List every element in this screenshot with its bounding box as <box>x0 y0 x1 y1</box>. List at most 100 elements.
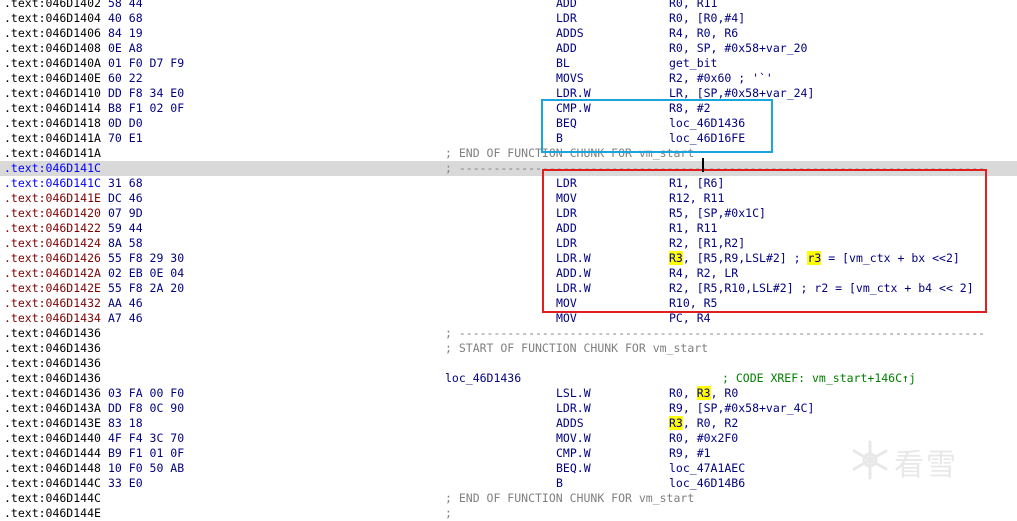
instruction-mnemonic[interactable]: ADDS <box>556 26 584 41</box>
line-address[interactable]: .text:046D1404 <box>4 11 101 26</box>
instruction-mnemonic[interactable]: MOV <box>556 296 577 311</box>
line-address[interactable]: .text:046D143E <box>4 416 101 431</box>
instruction-operands[interactable]: R2, #0x60 ; '`' <box>669 71 773 86</box>
instruction-mnemonic[interactable]: LDR <box>556 176 577 191</box>
line-address[interactable]: .text:046D142E <box>4 281 101 296</box>
listing-line[interactable]: .text:046D141C ; ------------------------… <box>0 161 1017 176</box>
line-address[interactable]: .text:046D141C <box>4 161 101 176</box>
instruction-mnemonic[interactable]: MOV <box>556 191 577 206</box>
line-address[interactable]: .text:046D1414 <box>4 101 101 116</box>
instruction-mnemonic[interactable]: LDR <box>556 206 577 221</box>
line-address[interactable]: .text:046D140E <box>4 71 101 86</box>
instruction-operands[interactable]: R2, [R5,R10,LSL#2] ; r2 = [vm_ctx + b4 <… <box>669 281 974 296</box>
listing-line[interactable]: .text:046D1436 ; START OF FUNCTION CHUNK … <box>0 341 1017 356</box>
listing-line[interactable]: .text:046D1420 07 9D LDR R5, [SP,#0x1C] <box>0 206 1017 221</box>
instruction-operands[interactable]: R10, R5 <box>669 296 717 311</box>
listing-line[interactable]: .text:046D143A DD F8 0C 90 LDR.W R9, [SP,#0… <box>0 401 1017 416</box>
instruction-mnemonic[interactable]: ADDS <box>556 416 584 431</box>
code-label[interactable]: loc_46D1436 <box>445 371 521 386</box>
instruction-mnemonic[interactable]: MOV.W <box>556 431 591 446</box>
listing-line[interactable]: .text:046D144C ; END OF FUNCTION CHUNK FO… <box>0 491 1017 506</box>
instruction-operands[interactable]: loc_46D1436 <box>669 116 745 131</box>
instruction-mnemonic[interactable]: ADD <box>556 221 577 236</box>
instruction-mnemonic[interactable]: LDR.W <box>556 401 591 416</box>
line-address[interactable]: .text:046D141E <box>4 191 101 206</box>
instruction-mnemonic[interactable]: BEQ <box>556 116 577 131</box>
listing-line[interactable]: .text:046D1410 DD F8 34 E0 LDR.W LR, [SP,#0… <box>0 86 1017 101</box>
instruction-mnemonic[interactable]: BEQ.W <box>556 461 591 476</box>
line-address[interactable]: .text:046D1406 <box>4 26 101 41</box>
listing-line[interactable]: .text:046D142E 55 F8 2A 20 LDR.W R2, [R5,R1… <box>0 281 1017 296</box>
listing-line[interactable]: .text:046D141A ; END OF FUNCTION CHUNK FO… <box>0 146 1017 161</box>
listing-line[interactable]: .text:046D1432 AA 46 MOV R10, R5 <box>0 296 1017 311</box>
listing-line[interactable]: .text:046D1414 B8 F1 02 0F CMP.W R8, #2 <box>0 101 1017 116</box>
highlighted-register[interactable]: R3 <box>669 416 683 430</box>
instruction-mnemonic[interactable]: ADD.W <box>556 266 591 281</box>
instruction-operands[interactable]: R8, #2 <box>669 101 711 116</box>
instruction-operands[interactable]: R2, [R1,R2] <box>669 236 745 251</box>
line-address[interactable]: .text:046D143A <box>4 401 101 416</box>
instruction-mnemonic[interactable]: CMP.W <box>556 101 591 116</box>
listing-line[interactable]: .text:046D1422 59 44 ADD R1, R11 <box>0 221 1017 236</box>
instruction-operands[interactable]: R4, R2, LR <box>669 266 738 281</box>
listing-line[interactable]: .text:046D143E 83 18 ADDS R3, R0, R2 <box>0 416 1017 431</box>
line-address[interactable]: .text:046D1432 <box>4 296 101 311</box>
highlighted-register[interactable]: R3 <box>696 386 711 400</box>
instruction-operands[interactable]: loc_46D16FE <box>669 131 745 146</box>
instruction-mnemonic[interactable]: CMP.W <box>556 446 591 461</box>
line-address[interactable]: .text:046D1420 <box>4 206 101 221</box>
line-address[interactable]: .text:046D1410 <box>4 86 101 101</box>
instruction-operands[interactable]: get_bit <box>669 56 717 71</box>
instruction-operands[interactable]: R9, #1 <box>669 446 711 461</box>
line-address[interactable]: .text:046D142A <box>4 266 101 281</box>
line-address[interactable]: .text:046D144C <box>4 491 101 506</box>
instruction-mnemonic[interactable]: B <box>556 131 563 146</box>
instruction-mnemonic[interactable]: ADD <box>556 41 577 56</box>
instruction-mnemonic[interactable]: LDR <box>556 236 577 251</box>
xref-comment[interactable]: ; CODE XREF: vm_start+146C↑j <box>722 371 916 386</box>
listing-line[interactable]: .text:046D1406 84 19 ADDS R4, R0, R6 <box>0 26 1017 41</box>
line-address[interactable]: .text:046D141C <box>4 176 101 191</box>
line-address[interactable]: .text:046D1444 <box>4 446 101 461</box>
listing-line[interactable]: .text:046D1418 0D D0 BEQ loc_46D1436 <box>0 116 1017 131</box>
instruction-mnemonic[interactable]: LDR <box>556 11 577 26</box>
line-address[interactable]: .text:046D1436 <box>4 326 101 341</box>
listing-line[interactable]: .text:046D140A 01 F0 D7 F9 BL get_bit <box>0 56 1017 71</box>
line-address[interactable]: .text:046D144C <box>4 476 101 491</box>
listing-line[interactable]: .text:046D1426 55 F8 29 30 LDR.W R3, [R5,R9… <box>0 251 1017 266</box>
instruction-operands[interactable]: R9, [SP,#0x58+var_4C] <box>669 401 814 416</box>
instruction-mnemonic[interactable]: LDR.W <box>556 86 591 101</box>
line-address[interactable]: .text:046D1402 <box>4 0 101 11</box>
line-address[interactable]: .text:046D1434 <box>4 311 101 326</box>
listing-line[interactable]: .text:046D140E 60 22 MOVS R2, #0x60 ; '`' <box>0 71 1017 86</box>
instruction-mnemonic[interactable]: ADD <box>556 0 577 11</box>
instruction-operands[interactable]: R0, R11 <box>669 0 717 11</box>
listing-line[interactable]: .text:046D142A 02 EB 0E 04 ADD.W R4, R2, LR <box>0 266 1017 281</box>
listing-line[interactable]: .text:046D1404 40 68 LDR R0, [R0,#4] <box>0 11 1017 26</box>
instruction-operands[interactable]: R1, R11 <box>669 221 717 236</box>
listing-line[interactable]: .text:046D1424 8A 58 LDR R2, [R1,R2] <box>0 236 1017 251</box>
listing-line[interactable]: .text:046D1436 03 FA 00 F0 LSL.W R0, R3, R0 <box>0 386 1017 401</box>
line-address[interactable]: .text:046D1436 <box>4 386 101 401</box>
instruction-mnemonic[interactable]: LDR.W <box>556 281 591 296</box>
instruction-operands[interactable]: PC, R4 <box>669 311 711 326</box>
instruction-operands[interactable]: R0, SP, #0x58+var_20 <box>669 41 807 56</box>
instruction-operands[interactable]: R0, #0x2F0 <box>669 431 738 446</box>
instruction-operands[interactable]: R0, R3, R0 <box>669 386 738 401</box>
listing-line[interactable]: .text:046D1408 0E A8 ADD R0, SP, #0x58+var_… <box>0 41 1017 56</box>
instruction-mnemonic[interactable]: LSL.W <box>556 386 591 401</box>
line-address[interactable]: .text:046D141A <box>4 146 101 161</box>
listing-line[interactable]: .text:046D1436 loc_46D1436 ; CODE XREF: vm… <box>0 371 1017 386</box>
line-address[interactable]: .text:046D1448 <box>4 461 101 476</box>
line-address[interactable]: .text:046D140A <box>4 56 101 71</box>
instruction-operands[interactable]: R12, R11 <box>669 191 724 206</box>
listing-line[interactable]: .text:046D1436 <box>0 356 1017 371</box>
listing-line[interactable]: .text:046D144E; <box>0 506 1017 521</box>
listing-line[interactable]: .text:046D141A 70 E1 Bloc_46D16FE <box>0 131 1017 146</box>
line-address[interactable]: .text:046D1424 <box>4 236 101 251</box>
line-address[interactable]: .text:046D1440 <box>4 431 101 446</box>
instruction-mnemonic[interactable]: MOV <box>556 311 577 326</box>
line-address[interactable]: .text:046D1426 <box>4 251 101 266</box>
listing-line[interactable]: .text:046D141C 31 68 LDR R1, [R6] <box>0 176 1017 191</box>
instruction-mnemonic[interactable]: LDR.W <box>556 251 591 266</box>
